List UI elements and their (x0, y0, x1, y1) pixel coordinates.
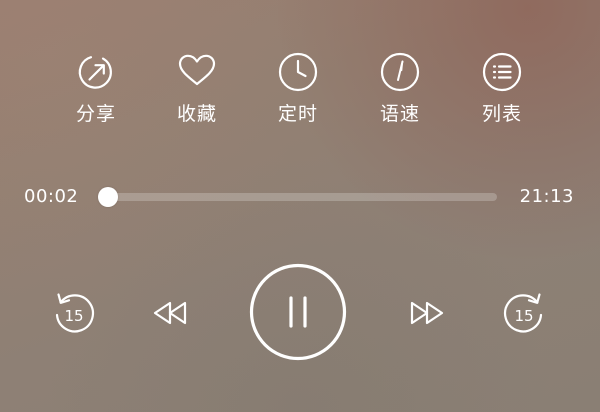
pause-icon (249, 263, 347, 361)
fast-forward-icon (410, 301, 444, 325)
heart-icon (175, 50, 219, 94)
skip-back-button[interactable]: 15 (50, 289, 98, 337)
pause-button[interactable] (249, 263, 347, 361)
speed-icon (378, 50, 422, 94)
skip-forward-button[interactable]: 15 (500, 289, 548, 337)
speed-button[interactable]: 语速 (360, 50, 440, 132)
playlist-label: 列表 (481, 103, 522, 125)
rewind-icon (153, 301, 187, 325)
clock-icon (276, 50, 320, 94)
timer-label: 定时 (277, 103, 318, 125)
progress-track[interactable] (97, 187, 497, 207)
audio-player: 分享 收藏 定时 语速 列表 00:02 21:13 15 15 (0, 0, 600, 412)
share-label: 分享 (75, 103, 116, 125)
favorite-button[interactable]: 收藏 (157, 50, 237, 132)
total-time: 21:13 (519, 186, 574, 207)
skip-forward-seconds: 15 (514, 307, 534, 325)
rewind-button[interactable] (151, 295, 191, 331)
skip-back-seconds: 15 (64, 307, 84, 325)
favorite-label: 收藏 (176, 103, 217, 125)
timer-button[interactable]: 定时 (258, 50, 338, 132)
fast-forward-button[interactable] (406, 295, 446, 331)
playlist-button[interactable]: 列表 (462, 50, 542, 132)
progress-thumb[interactable] (97, 187, 118, 207)
playback-controls: 15 15 (0, 262, 600, 362)
share-button[interactable]: 分享 (56, 50, 136, 132)
progress-row: 00:02 21:13 (0, 180, 600, 214)
list-icon (480, 50, 524, 94)
action-row: 分享 收藏 定时 语速 列表 (0, 50, 600, 140)
share-icon (74, 50, 118, 94)
speed-label: 语速 (379, 103, 420, 125)
elapsed-time: 00:02 (24, 186, 79, 207)
